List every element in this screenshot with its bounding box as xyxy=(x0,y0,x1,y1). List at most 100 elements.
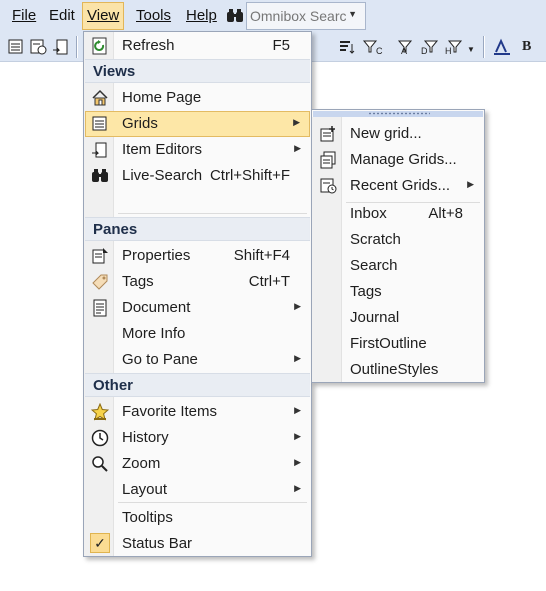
menu-item-zoom[interactable]: Zoom ▶ xyxy=(85,451,310,477)
magnifier-icon xyxy=(92,456,108,472)
item-editor-icon[interactable] xyxy=(52,38,70,56)
menu-item-grid-firstoutline[interactable]: FirstOutline xyxy=(313,331,483,357)
submenu-arrow-icon: ▶ xyxy=(294,353,301,363)
menu-item-tags[interactable]: Tags Ctrl+T xyxy=(85,269,310,295)
chevron-down-icon[interactable]: ▼ xyxy=(467,41,475,59)
menu-item-label: Refresh xyxy=(122,37,175,54)
menu-item-layout[interactable]: Layout ▶ xyxy=(85,477,310,503)
submenu-arrow-icon: ▶ xyxy=(294,301,301,311)
menu-item-properties[interactable]: Properties Shift+F4 xyxy=(85,243,310,269)
menu-view[interactable]: View xyxy=(82,2,125,30)
manage-grids-icon xyxy=(320,151,336,169)
menu-item-history[interactable]: History ▶ xyxy=(85,425,310,451)
clock-icon xyxy=(91,429,109,447)
submenu-arrow-icon: ▶ xyxy=(293,117,300,127)
recent-grids-icon xyxy=(320,178,337,194)
menu-item-label: Manage Grids... xyxy=(350,151,457,168)
menu-item-new-grid[interactable]: New grid... xyxy=(313,121,483,147)
menu-item-label: Live-Search xyxy=(122,167,203,184)
toolbar-label-d: D xyxy=(421,46,428,56)
omnibox-search-input[interactable]: Omnibox Search ▼ xyxy=(246,2,366,30)
menu-item-label: Favorite Items xyxy=(122,403,218,420)
star-icon xyxy=(91,403,109,421)
checkmark-icon: ✓ xyxy=(90,533,110,553)
menu-file-label: File xyxy=(12,7,37,24)
menu-item-grid-inbox[interactable]: Inbox Alt+8 xyxy=(313,201,483,227)
home-icon xyxy=(92,89,108,106)
menu-item-shortcut: Shift+F4 xyxy=(233,247,290,264)
menu-edit-label: Edit xyxy=(49,7,75,24)
menu-item-grid-outlinestyles[interactable]: OutlineStyles xyxy=(313,357,483,383)
menu-item-tooltips[interactable]: Tooltips xyxy=(85,505,310,531)
grid-icon xyxy=(92,116,107,131)
menu-item-label: OutlineStyles xyxy=(350,361,439,378)
menu-item-label: Layout xyxy=(122,481,168,498)
refresh-icon xyxy=(92,37,107,55)
submenu-arrow-icon: ▶ xyxy=(294,457,301,467)
menu-item-label: Scratch xyxy=(350,231,401,248)
menu-item-recent-grids[interactable]: Recent Grids... ▶ xyxy=(313,173,483,199)
menu-item-favorite-items[interactable]: Favorite Items ▶ xyxy=(85,399,310,425)
toolbar-separator xyxy=(483,36,485,58)
toolbar-label-h: H xyxy=(445,46,452,56)
menu-item-home-page[interactable]: Home Page xyxy=(85,85,310,111)
menu-item-grids[interactable]: Grids ▶ xyxy=(85,111,310,137)
tag-icon xyxy=(92,274,108,290)
menu-item-grid-search[interactable]: Search xyxy=(313,253,483,279)
menu-item-label: Status Bar xyxy=(122,535,193,552)
grids-submenu: New grid... Manage Grids... Recent Grids… xyxy=(311,109,485,383)
menu-tools[interactable]: Tools xyxy=(132,2,175,30)
menu-item-shortcut: Alt+8 xyxy=(428,205,463,222)
menu-item-label: Tooltips xyxy=(122,509,173,526)
menu-item-document[interactable]: Document ▶ xyxy=(85,295,310,321)
menu-separator xyxy=(118,502,307,503)
sort-icon[interactable] xyxy=(338,38,356,56)
menu-help[interactable]: Help xyxy=(182,2,221,30)
toolbar-label-c: C xyxy=(376,46,383,56)
menu-item-grid-tags[interactable]: Tags xyxy=(313,279,483,305)
menu-item-label: Go to Pane xyxy=(122,351,198,368)
text-style-icon[interactable] xyxy=(493,38,511,56)
menu-help-label: Help xyxy=(186,7,217,24)
recent-grids-icon[interactable] xyxy=(29,38,47,56)
menu-file[interactable]: File xyxy=(8,2,40,30)
menu-item-label: Grids xyxy=(122,115,158,132)
menu-item-live-search[interactable]: Live-Search Ctrl+Shift+F xyxy=(85,163,310,189)
section-label: Views xyxy=(93,63,136,80)
section-label: Panes xyxy=(93,221,138,238)
properties-icon xyxy=(92,248,108,264)
menu-item-label: Tags xyxy=(122,273,154,290)
item-editor-icon xyxy=(92,142,107,158)
menu-separator xyxy=(118,213,307,214)
menu-item-label: New grid... xyxy=(350,125,422,142)
menu-edit[interactable]: Edit xyxy=(45,2,79,30)
menu-item-label: Journal xyxy=(350,309,400,326)
menu-tools-label: Tools xyxy=(136,7,172,24)
menu-item-label: Properties xyxy=(122,247,191,264)
menu-item-label: Search xyxy=(350,257,398,274)
section-header-other: Other xyxy=(85,373,310,397)
binoculars-icon xyxy=(92,169,108,182)
view-menu: Refresh F5 Views Home Page Grids ▶ Item … xyxy=(83,31,312,557)
submenu-arrow-icon: ▶ xyxy=(294,431,301,441)
menu-item-item-editors[interactable]: Item Editors ▶ xyxy=(85,137,310,163)
menu-item-label: FirstOutline xyxy=(350,335,427,352)
menu-item-grid-journal[interactable]: Journal xyxy=(313,305,483,331)
menu-item-shortcut: Ctrl+Shift+F xyxy=(209,167,290,184)
section-label: Other xyxy=(93,377,134,394)
menu-item-go-to-pane[interactable]: Go to Pane ▶ xyxy=(85,347,310,373)
menu-item-grid-scratch[interactable]: Scratch xyxy=(313,227,483,253)
menu-item-refresh[interactable]: Refresh F5 xyxy=(85,33,310,59)
menu-view-label: View xyxy=(87,7,120,24)
new-grid-icon xyxy=(320,126,335,142)
grid-icon[interactable] xyxy=(7,38,25,56)
menubar: File Edit View Tools Help Omnibox Search… xyxy=(0,0,546,32)
bold-button[interactable]: B xyxy=(522,38,531,56)
binoculars-icon[interactable] xyxy=(226,7,244,25)
chevron-down-icon[interactable]: ▼ xyxy=(348,9,357,19)
menu-item-label: More Info xyxy=(122,325,186,342)
menu-item-manage-grids[interactable]: Manage Grids... xyxy=(313,147,483,173)
submenu-arrow-icon: ▶ xyxy=(294,483,301,493)
menu-item-status-bar[interactable]: ✓ Status Bar xyxy=(85,531,310,557)
menu-item-more-info[interactable]: More Info xyxy=(85,321,310,347)
